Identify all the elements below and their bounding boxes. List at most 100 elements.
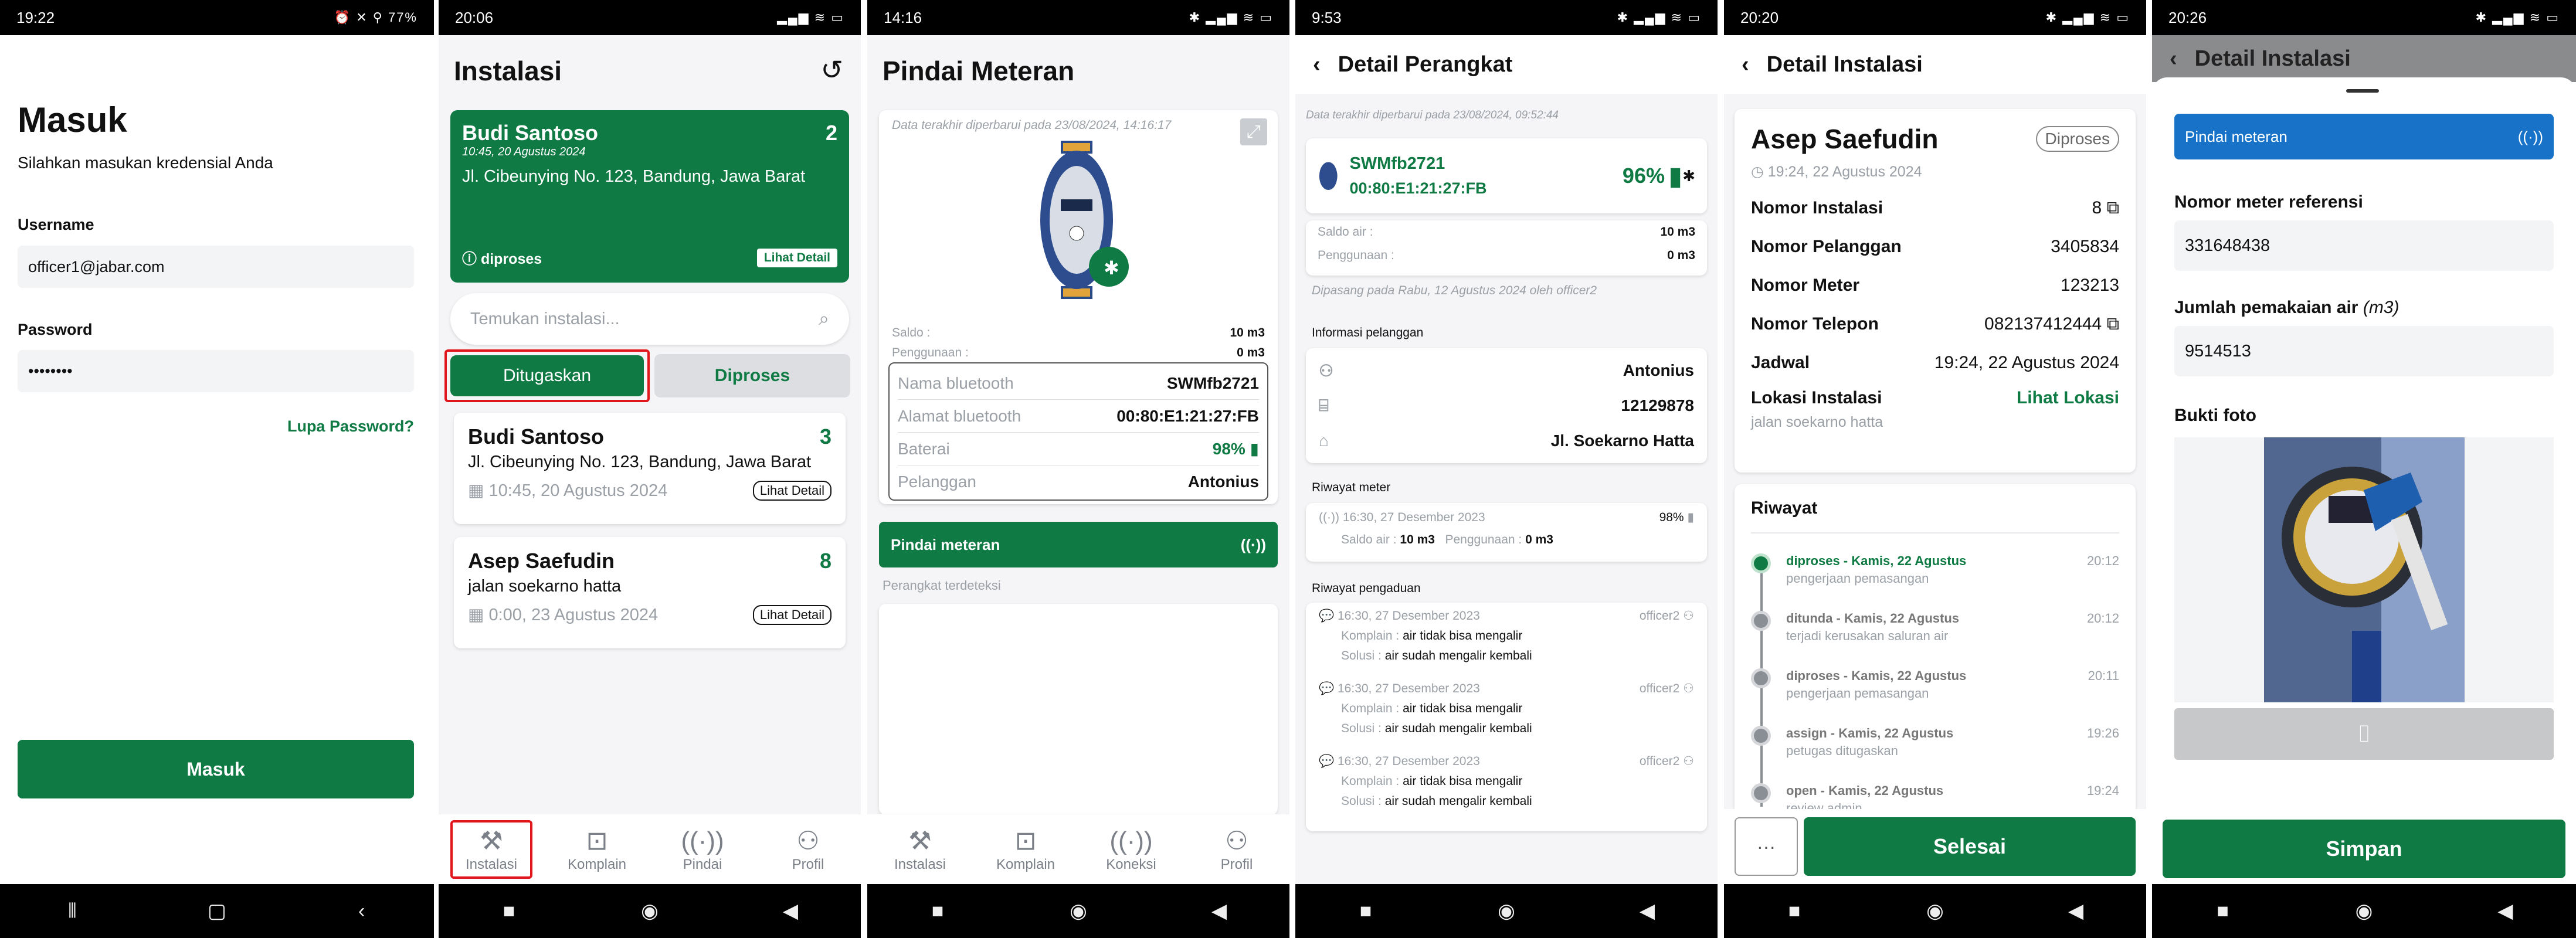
back-arrow-icon[interactable]: ‹	[1742, 52, 1749, 77]
status-bar: 20:06 ▂▄▆ ≋ ▭	[439, 0, 861, 35]
complaint-label: Komplain :	[1341, 702, 1400, 715]
hero-status: diproses	[480, 251, 542, 267]
recents-icon[interactable]: ⦀	[55, 900, 90, 923]
recents-icon[interactable]: ■	[1777, 900, 1812, 923]
home-icon[interactable]: ◉	[1917, 899, 1953, 923]
complaint-officer: officer2	[1639, 755, 1680, 768]
ref-input[interactable]: 331648438	[2174, 220, 2554, 271]
item-datetime: 10:45, 20 Agustus 2024	[488, 481, 668, 500]
home-icon[interactable]: ◉	[632, 899, 667, 923]
history-icon[interactable]: ↺	[820, 54, 843, 86]
recents-icon[interactable]: ■	[491, 900, 527, 923]
back-arrow-icon[interactable]: ‹	[1313, 52, 1321, 77]
back-icon[interactable]: ◀	[2488, 899, 2523, 923]
info-value: SWMfb2721	[1166, 373, 1259, 392]
tab-koneksi[interactable]: ((·)) Koneksi	[1090, 826, 1172, 873]
tab-ditugaskan-highlight: Ditugaskan	[444, 349, 650, 402]
history-time: 20:11	[2088, 668, 2119, 683]
view-location-link[interactable]: Lihat Lokasi	[2017, 388, 2119, 408]
system-nav: ■ ◉ ◀	[867, 884, 1289, 938]
back-icon[interactable]: ◀	[1202, 899, 1237, 923]
search-icon[interactable]: ⌕	[819, 308, 829, 330]
hero-name: Budi Santoso	[462, 121, 598, 145]
tab-profil[interactable]: ⚇ Profil	[767, 826, 849, 873]
home-icon[interactable]: ◉	[2347, 899, 2382, 923]
status-icons: ✱ ▂▄▆ ≋ ▭	[2045, 10, 2130, 25]
penggunaan-value: 0 m3	[1237, 346, 1265, 359]
updated-text: Data terakhir diperbarui pada 23/08/2024…	[892, 118, 1172, 132]
back-icon[interactable]: ◀	[2058, 899, 2093, 923]
password-field[interactable]: ••••••••	[18, 350, 414, 392]
tab-komplain[interactable]: ⊡ Komplain	[985, 826, 1067, 873]
back-icon[interactable]: ‹	[344, 900, 379, 923]
copy-icon[interactable]: ⧉	[2107, 314, 2119, 334]
more-button[interactable]: ···	[1735, 817, 1798, 876]
hero-detail-button[interactable]: Lihat Detail	[756, 249, 837, 267]
back-icon[interactable]: ◀	[773, 899, 808, 923]
copy-icon[interactable]: ⧉	[2107, 198, 2119, 217]
back-icon[interactable]: ◀	[1630, 899, 1665, 923]
hero-card[interactable]: Budi Santoso 2 10:45, 20 Agustus 2024 Jl.…	[450, 110, 849, 283]
penggunaan-value: 0 m3	[1525, 533, 1553, 546]
history-desc: pengerjaan pemasangan	[1786, 686, 1929, 701]
broadcast-icon: ((·))	[2517, 127, 2543, 145]
photo-frame	[2174, 437, 2554, 702]
tab-label: Koneksi	[1106, 856, 1156, 872]
recents-icon[interactable]: ■	[1348, 900, 1383, 923]
item-detail-button[interactable]: Lihat Detail	[752, 480, 831, 501]
tab-label: Komplain	[996, 856, 1055, 872]
tab-instalasi[interactable]: ⚒ Instalasi	[450, 820, 532, 879]
bluetooth-icon: ✱	[1682, 166, 1695, 185]
login-button[interactable]: Masuk	[18, 740, 414, 798]
done-button[interactable]: Selesai	[1804, 817, 2136, 876]
search-input[interactable]: Temukan instalasi...	[470, 310, 620, 329]
item-address: Jl. Cibeunying No. 123, Bandung, Jawa Ba…	[468, 453, 812, 471]
expand-icon[interactable]: ⤢	[1240, 118, 1267, 145]
battery-value: 98%	[1659, 511, 1684, 524]
meter-history-card: ((·)) 16:30, 27 Desember 2023 98% ▮ Saldo…	[1306, 503, 1707, 562]
tab-pindai[interactable]: ((·)) Pindai	[661, 826, 744, 873]
usage-input[interactable]: 9514513	[2174, 326, 2554, 376]
tab-diproses[interactable]: Diproses	[654, 354, 850, 397]
status-icons: ✱ ▂▄▆ ≋ ▭	[1189, 10, 1273, 25]
home-icon[interactable]: ◉	[1061, 899, 1096, 923]
back-arrow-icon[interactable]: ‹	[2170, 46, 2177, 72]
camera-button[interactable]: ⌷	[2174, 708, 2554, 760]
page-title: Detail Instalasi	[2194, 46, 2351, 71]
username-field[interactable]: officer1@jabar.com	[18, 246, 414, 288]
home-icon[interactable]: ▢	[199, 899, 235, 923]
complaint-time: 16:30, 27 Desember 2023	[1338, 681, 1480, 695]
info-key: Nomor Meter	[1751, 276, 1860, 295]
status-bar: 20:20 ✱ ▂▄▆ ≋ ▭	[1724, 0, 2146, 35]
scan-button[interactable]: Pindai meteran ((·))	[2174, 114, 2554, 159]
saldo-label: Saldo air :	[1318, 225, 1373, 239]
battery-value: 98%	[1212, 440, 1245, 458]
item-detail-button[interactable]: Lihat Detail	[752, 604, 831, 625]
broadcast-icon: ((·))	[1319, 510, 1339, 524]
scan-label: Pindai meteran	[891, 535, 1000, 553]
scan-button[interactable]: Pindai meteran ((·))	[879, 522, 1278, 567]
info-value: 3405834	[2051, 237, 2119, 256]
user-icon: ⚇	[1225, 826, 1248, 855]
forgot-password-link[interactable]: Lupa Password?	[287, 417, 414, 436]
recents-icon[interactable]: ■	[2205, 900, 2241, 923]
tab-profil[interactable]: ⚇ Profil	[1196, 826, 1278, 873]
save-button[interactable]: Simpan	[2163, 820, 2565, 878]
history-time: 19:24	[2086, 783, 2119, 798]
tab-label: Pindai	[683, 856, 722, 872]
header: ‹ Detail Instalasi	[1724, 35, 2146, 94]
list-item[interactable]: Budi Santoso 3 Jl. Cibeunying No. 123, Ba…	[454, 413, 846, 524]
sheet-handle[interactable]	[2346, 89, 2379, 93]
tab-ditugaskan[interactable]: Ditugaskan	[450, 355, 644, 396]
tab-instalasi[interactable]: ⚒ Instalasi	[879, 826, 961, 873]
history-desc: terjadi kerusakan saluran air	[1786, 628, 1949, 643]
status-time: 9:53	[1312, 8, 1342, 26]
password-label: Password	[18, 321, 93, 338]
timeline-dot	[1751, 668, 1771, 688]
complaint-text: air tidak bisa mengalir	[1403, 629, 1523, 643]
list-item[interactable]: Asep Saefudin 8 jalan soekarno hatta ▦ 0:…	[454, 537, 846, 648]
recents-icon[interactable]: ■	[920, 900, 955, 923]
tab-komplain[interactable]: ⊡ Komplain	[556, 826, 638, 873]
home-icon[interactable]: ◉	[1489, 899, 1524, 923]
history-time: 20:12	[2086, 553, 2119, 568]
